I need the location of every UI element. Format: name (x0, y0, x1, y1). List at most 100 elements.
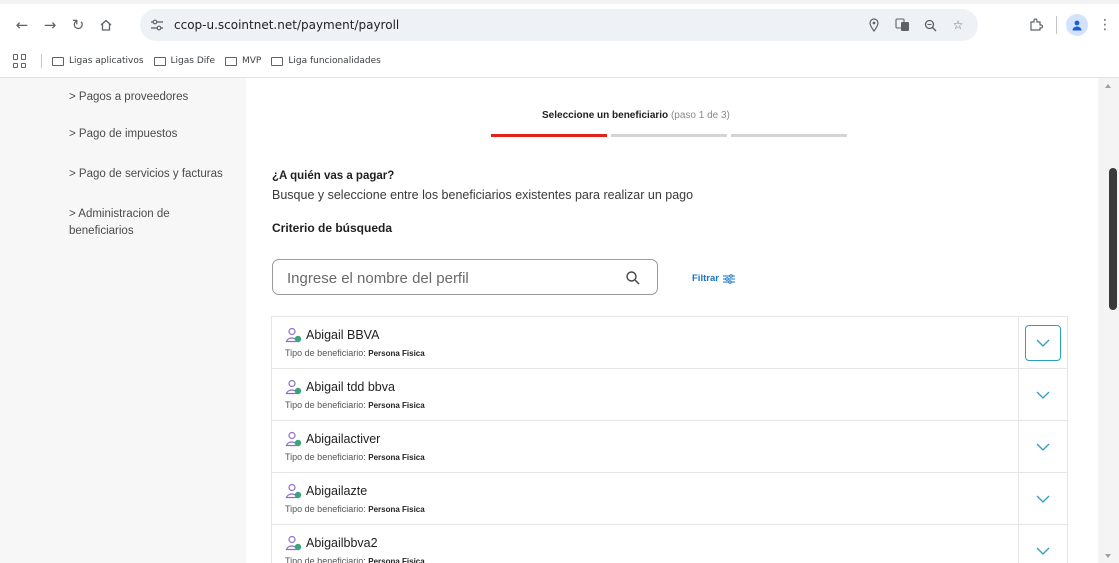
main-content: Seleccione un beneficiario (paso 1 de 3)… (246, 78, 1098, 563)
profile-button[interactable] (1063, 11, 1091, 39)
step-1-indicator (491, 134, 607, 137)
bookmark-label: Ligas aplicativos (69, 56, 144, 66)
beneficiary-name: Abigail BBVA (306, 328, 380, 342)
browser-menu-icon[interactable]: ⋮ (1091, 11, 1119, 39)
bookmark-folder[interactable]: Ligas aplicativos (52, 56, 144, 66)
page-description: Busque y seleccione entre los beneficiar… (272, 188, 694, 202)
location-icon[interactable] (866, 17, 882, 33)
apps-grid-icon[interactable] (13, 54, 27, 68)
expand-cell (1018, 317, 1067, 368)
filter-button[interactable]: Filtrar (692, 273, 735, 284)
type-label: Tipo de beneficiario: (285, 504, 366, 514)
search-icon[interactable] (625, 270, 641, 286)
forward-icon[interactable]: → (36, 11, 64, 39)
zoom-icon[interactable] (922, 17, 938, 33)
browser-right-tools: ⋮ (1022, 4, 1119, 46)
expand-cell (1018, 369, 1067, 420)
scrollbar-thumb[interactable] (1109, 168, 1117, 310)
beneficiary-type: Tipo de beneficiario: Persona Fisica (285, 348, 425, 358)
sidebar-item-pagos-proveedores[interactable]: > Pagos a proveedores (69, 89, 188, 106)
bookmark-star-icon[interactable]: ☆ (950, 17, 966, 33)
address-bar-actions: ☆ (866, 9, 966, 41)
type-value: Persona Fisica (368, 453, 425, 462)
sidebar-item-administracion-beneficiarios[interactable]: > Administracion de beneficiarios (69, 206, 219, 240)
extensions-icon[interactable] (1022, 11, 1050, 39)
list-item[interactable]: Abigailbbva2 Tipo de beneficiario: Perso… (271, 525, 1068, 563)
beneficiary-type: Tipo de beneficiario: Persona Fisica (285, 452, 425, 462)
type-value: Persona Fisica (368, 401, 425, 410)
bookmark-label: MVP (241, 56, 262, 66)
expand-cell (1018, 473, 1067, 524)
bookmarks-separator (41, 54, 42, 68)
toolbar-separator (1056, 16, 1057, 34)
person-icon (285, 431, 302, 447)
browser-chrome: ← → ↻ ccop-u.scointnet.net/payment/payro… (0, 0, 1119, 78)
type-label: Tipo de beneficiario: (285, 348, 366, 358)
step-3-indicator (731, 134, 847, 137)
bookmark-folder[interactable]: Ligas Dife (153, 56, 215, 66)
sidebar-item-pago-servicios[interactable]: > Pago de servicios y facturas (69, 166, 223, 183)
beneficiary-name: Abigailbbva2 (306, 536, 378, 550)
list-item[interactable]: Abigail BBVA Tipo de beneficiario: Perso… (271, 317, 1068, 369)
sidebar: > Pagos a proveedores > Pago de impuesto… (0, 78, 246, 563)
list-item[interactable]: Abigailazte Tipo de beneficiario: Person… (271, 473, 1068, 525)
bookmark-label: Ligas Dife (170, 56, 215, 66)
expand-cell (1018, 525, 1067, 563)
chevron-down-icon[interactable] (1036, 391, 1050, 399)
avatar (1066, 14, 1088, 36)
filter-icon (722, 273, 735, 284)
bookmark-folder[interactable]: MVP (224, 56, 262, 66)
scroll-down-icon[interactable] (1105, 554, 1111, 558)
sidebar-item-pago-impuestos[interactable]: > Pago de impuestos (69, 126, 177, 143)
type-label: Tipo de beneficiario: (285, 556, 366, 563)
reload-icon[interactable]: ↻ (64, 11, 92, 39)
person-icon (285, 483, 302, 499)
chevron-down-icon (1036, 339, 1050, 347)
page-title: ¿A quién vas a pagar? (272, 170, 395, 182)
type-label: Tipo de beneficiario: (285, 452, 366, 462)
beneficiary-name: Abigailactiver (306, 432, 381, 446)
scroll-up-icon[interactable] (1105, 84, 1111, 88)
list-item[interactable]: Abigail tdd bbva Tipo de beneficiario: P… (271, 369, 1068, 421)
folder-icon (153, 56, 166, 66)
type-value: Persona Fisica (368, 505, 425, 514)
person-icon (285, 327, 302, 343)
type-label: Tipo de beneficiario: (285, 400, 366, 410)
home-icon[interactable] (92, 11, 120, 39)
person-icon (285, 535, 302, 551)
filter-label: Filtrar (692, 273, 719, 284)
bookmark-folder[interactable]: Liga funcionalidades (271, 56, 381, 66)
chevron-down-icon[interactable] (1036, 495, 1050, 503)
bookmark-label: Liga funcionalidades (288, 56, 381, 66)
folder-icon (224, 56, 237, 66)
chevron-down-icon[interactable] (1036, 547, 1050, 555)
beneficiary-list: Abigail BBVA Tipo de beneficiario: Perso… (271, 316, 1068, 563)
step-progress (491, 134, 847, 137)
type-value: Persona Fisica (368, 557, 425, 563)
search-criteria-label: Criterio de búsqueda (272, 221, 393, 235)
folder-icon (52, 56, 64, 66)
folder-icon (271, 56, 284, 66)
step-2-indicator (611, 134, 727, 137)
step-title-text: Seleccione un beneficiario (542, 110, 669, 121)
search-field (272, 259, 658, 295)
search-input[interactable] (287, 267, 607, 289)
stepper-title: Seleccione un beneficiario (paso 1 de 3) (542, 110, 730, 121)
step-counter: (paso 1 de 3) (670, 110, 730, 121)
list-item[interactable]: Abigailactiver Tipo de beneficiario: Per… (271, 421, 1068, 473)
back-icon[interactable]: ← (8, 11, 36, 39)
chevron-down-icon[interactable] (1036, 443, 1050, 451)
beneficiary-name: Abigailazte (306, 484, 368, 498)
page-scrollbar[interactable] (1098, 78, 1119, 563)
expand-cell (1018, 421, 1067, 472)
address-bar[interactable]: ccop-u.scointnet.net/payment/payroll ☆ (140, 9, 978, 41)
site-info-icon[interactable] (146, 14, 168, 36)
browser-toolbar: ← → ↻ ccop-u.scointnet.net/payment/payro… (0, 4, 1119, 46)
beneficiary-type: Tipo de beneficiario: Persona Fisica (285, 504, 425, 514)
url-text[interactable]: ccop-u.scointnet.net/payment/payroll (174, 18, 399, 32)
expand-button[interactable] (1025, 324, 1061, 361)
beneficiary-type: Tipo de beneficiario: Persona Fisica (285, 400, 425, 410)
translate-icon[interactable] (894, 17, 910, 33)
person-icon (285, 379, 302, 395)
type-value: Persona Fisica (368, 349, 425, 358)
